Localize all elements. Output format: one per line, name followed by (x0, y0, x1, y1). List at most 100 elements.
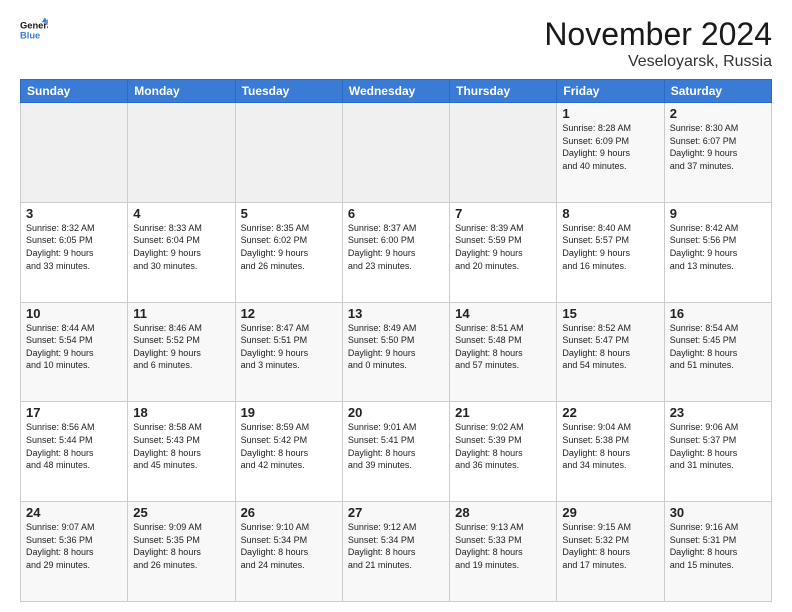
day-info: Sunrise: 9:13 AM Sunset: 5:33 PM Dayligh… (455, 521, 551, 571)
day-info: Sunrise: 9:12 AM Sunset: 5:34 PM Dayligh… (348, 521, 444, 571)
day-number: 21 (455, 405, 551, 420)
col-tuesday: Tuesday (235, 80, 342, 103)
calendar-day (235, 103, 342, 203)
calendar-day: 15Sunrise: 8:52 AM Sunset: 5:47 PM Dayli… (557, 302, 664, 402)
calendar-day: 1Sunrise: 8:28 AM Sunset: 6:09 PM Daylig… (557, 103, 664, 203)
calendar-day: 5Sunrise: 8:35 AM Sunset: 6:02 PM Daylig… (235, 202, 342, 302)
day-number: 2 (670, 106, 766, 121)
day-number: 10 (26, 306, 122, 321)
page: General Blue November 2024 Veseloyarsk, … (0, 0, 792, 612)
calendar-day: 16Sunrise: 8:54 AM Sunset: 5:45 PM Dayli… (664, 302, 771, 402)
calendar-week-4: 17Sunrise: 8:56 AM Sunset: 5:44 PM Dayli… (21, 402, 772, 502)
col-monday: Monday (128, 80, 235, 103)
day-info: Sunrise: 8:44 AM Sunset: 5:54 PM Dayligh… (26, 322, 122, 372)
svg-text:Blue: Blue (20, 31, 40, 41)
calendar-day (128, 103, 235, 203)
calendar-day: 9Sunrise: 8:42 AM Sunset: 5:56 PM Daylig… (664, 202, 771, 302)
day-info: Sunrise: 8:40 AM Sunset: 5:57 PM Dayligh… (562, 222, 658, 272)
day-number: 20 (348, 405, 444, 420)
calendar-day (21, 103, 128, 203)
col-friday: Friday (557, 80, 664, 103)
day-info: Sunrise: 8:51 AM Sunset: 5:48 PM Dayligh… (455, 322, 551, 372)
day-number: 16 (670, 306, 766, 321)
day-number: 27 (348, 505, 444, 520)
col-saturday: Saturday (664, 80, 771, 103)
day-info: Sunrise: 8:52 AM Sunset: 5:47 PM Dayligh… (562, 322, 658, 372)
calendar-day (342, 103, 449, 203)
calendar-day: 11Sunrise: 8:46 AM Sunset: 5:52 PM Dayli… (128, 302, 235, 402)
day-info: Sunrise: 8:49 AM Sunset: 5:50 PM Dayligh… (348, 322, 444, 372)
calendar-day: 28Sunrise: 9:13 AM Sunset: 5:33 PM Dayli… (450, 502, 557, 602)
calendar-day: 7Sunrise: 8:39 AM Sunset: 5:59 PM Daylig… (450, 202, 557, 302)
day-info: Sunrise: 8:37 AM Sunset: 6:00 PM Dayligh… (348, 222, 444, 272)
day-number: 15 (562, 306, 658, 321)
day-info: Sunrise: 8:56 AM Sunset: 5:44 PM Dayligh… (26, 421, 122, 471)
day-info: Sunrise: 9:15 AM Sunset: 5:32 PM Dayligh… (562, 521, 658, 571)
logo-icon: General Blue (20, 16, 48, 44)
day-number: 13 (348, 306, 444, 321)
day-number: 8 (562, 206, 658, 221)
calendar-week-1: 1Sunrise: 8:28 AM Sunset: 6:09 PM Daylig… (21, 103, 772, 203)
day-info: Sunrise: 8:32 AM Sunset: 6:05 PM Dayligh… (26, 222, 122, 272)
day-info: Sunrise: 9:10 AM Sunset: 5:34 PM Dayligh… (241, 521, 337, 571)
day-number: 7 (455, 206, 551, 221)
day-info: Sunrise: 9:01 AM Sunset: 5:41 PM Dayligh… (348, 421, 444, 471)
calendar-day: 6Sunrise: 8:37 AM Sunset: 6:00 PM Daylig… (342, 202, 449, 302)
calendar-day: 3Sunrise: 8:32 AM Sunset: 6:05 PM Daylig… (21, 202, 128, 302)
calendar-day: 13Sunrise: 8:49 AM Sunset: 5:50 PM Dayli… (342, 302, 449, 402)
day-info: Sunrise: 8:47 AM Sunset: 5:51 PM Dayligh… (241, 322, 337, 372)
calendar-day: 12Sunrise: 8:47 AM Sunset: 5:51 PM Dayli… (235, 302, 342, 402)
day-info: Sunrise: 8:35 AM Sunset: 6:02 PM Dayligh… (241, 222, 337, 272)
day-number: 19 (241, 405, 337, 420)
day-info: Sunrise: 9:16 AM Sunset: 5:31 PM Dayligh… (670, 521, 766, 571)
day-number: 25 (133, 505, 229, 520)
day-number: 6 (348, 206, 444, 221)
logo: General Blue (20, 16, 48, 44)
day-number: 17 (26, 405, 122, 420)
col-thursday: Thursday (450, 80, 557, 103)
day-number: 1 (562, 106, 658, 121)
day-number: 23 (670, 405, 766, 420)
calendar-day: 8Sunrise: 8:40 AM Sunset: 5:57 PM Daylig… (557, 202, 664, 302)
day-number: 28 (455, 505, 551, 520)
day-number: 5 (241, 206, 337, 221)
day-info: Sunrise: 9:04 AM Sunset: 5:38 PM Dayligh… (562, 421, 658, 471)
day-info: Sunrise: 9:06 AM Sunset: 5:37 PM Dayligh… (670, 421, 766, 471)
calendar-day: 25Sunrise: 9:09 AM Sunset: 5:35 PM Dayli… (128, 502, 235, 602)
day-info: Sunrise: 9:07 AM Sunset: 5:36 PM Dayligh… (26, 521, 122, 571)
calendar-day: 19Sunrise: 8:59 AM Sunset: 5:42 PM Dayli… (235, 402, 342, 502)
calendar-day: 2Sunrise: 8:30 AM Sunset: 6:07 PM Daylig… (664, 103, 771, 203)
day-number: 14 (455, 306, 551, 321)
day-info: Sunrise: 8:54 AM Sunset: 5:45 PM Dayligh… (670, 322, 766, 372)
day-info: Sunrise: 9:09 AM Sunset: 5:35 PM Dayligh… (133, 521, 229, 571)
day-number: 3 (26, 206, 122, 221)
month-title: November 2024 (544, 16, 772, 53)
calendar-day: 10Sunrise: 8:44 AM Sunset: 5:54 PM Dayli… (21, 302, 128, 402)
day-info: Sunrise: 8:59 AM Sunset: 5:42 PM Dayligh… (241, 421, 337, 471)
calendar-week-2: 3Sunrise: 8:32 AM Sunset: 6:05 PM Daylig… (21, 202, 772, 302)
calendar-day (450, 103, 557, 203)
title-block: November 2024 Veseloyarsk, Russia (544, 16, 772, 71)
day-number: 4 (133, 206, 229, 221)
day-info: Sunrise: 8:33 AM Sunset: 6:04 PM Dayligh… (133, 222, 229, 272)
col-wednesday: Wednesday (342, 80, 449, 103)
day-number: 29 (562, 505, 658, 520)
calendar-day: 21Sunrise: 9:02 AM Sunset: 5:39 PM Dayli… (450, 402, 557, 502)
day-info: Sunrise: 8:28 AM Sunset: 6:09 PM Dayligh… (562, 122, 658, 172)
calendar-week-5: 24Sunrise: 9:07 AM Sunset: 5:36 PM Dayli… (21, 502, 772, 602)
day-info: Sunrise: 9:02 AM Sunset: 5:39 PM Dayligh… (455, 421, 551, 471)
header: General Blue November 2024 Veseloyarsk, … (20, 16, 772, 71)
day-number: 9 (670, 206, 766, 221)
day-number: 18 (133, 405, 229, 420)
calendar-day: 22Sunrise: 9:04 AM Sunset: 5:38 PM Dayli… (557, 402, 664, 502)
calendar-header-row: Sunday Monday Tuesday Wednesday Thursday… (21, 80, 772, 103)
day-number: 22 (562, 405, 658, 420)
day-info: Sunrise: 8:46 AM Sunset: 5:52 PM Dayligh… (133, 322, 229, 372)
location: Veseloyarsk, Russia (544, 53, 772, 71)
day-number: 12 (241, 306, 337, 321)
day-number: 30 (670, 505, 766, 520)
calendar-day: 29Sunrise: 9:15 AM Sunset: 5:32 PM Dayli… (557, 502, 664, 602)
calendar-day: 30Sunrise: 9:16 AM Sunset: 5:31 PM Dayli… (664, 502, 771, 602)
calendar-day: 27Sunrise: 9:12 AM Sunset: 5:34 PM Dayli… (342, 502, 449, 602)
day-number: 26 (241, 505, 337, 520)
